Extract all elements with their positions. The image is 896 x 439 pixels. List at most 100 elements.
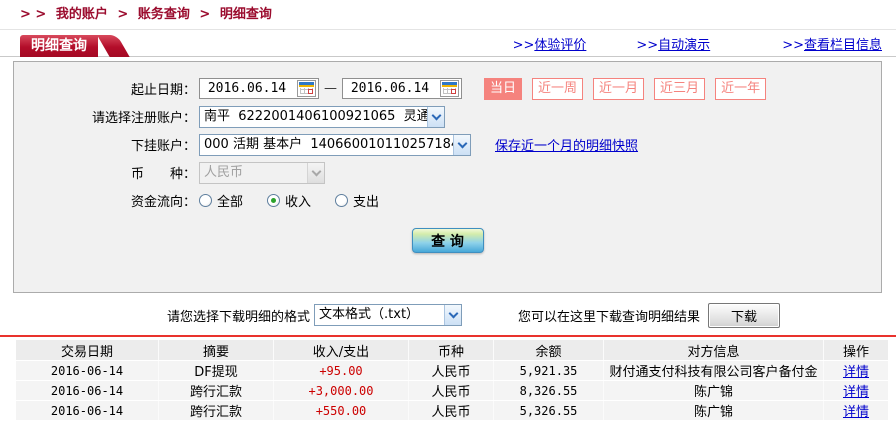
sub-account-value: 000 活期 基本户 1406600101102571848 [204,136,453,152]
currency-label: 币 种： [130,167,196,182]
end-date-input[interactable] [345,81,435,96]
cell-amount: +3,000.00 [274,381,409,400]
registered-account-select[interactable]: 南平 6222001406100921065 灵通卡 [199,105,445,128]
query-form-panel: 起止日期： — 当日 近一周 近一月 近三月 近一年 请选择注册账户： 南平 6… [13,61,882,293]
col-header-date: 交易日期 [16,340,159,360]
chevron-down-icon[interactable] [444,305,462,325]
calendar-icon[interactable] [297,80,316,97]
quick-range-week-button[interactable]: 近一周 [532,77,584,100]
red-divider [0,335,896,337]
start-date-field[interactable] [199,78,319,99]
auto-demo-link[interactable]: >>自动演示 [636,34,710,53]
detail-link[interactable]: 详情 [843,385,869,400]
date-range-row: 起止日期： — 当日 近一周 近一月 近三月 近一年 [14,77,881,100]
breadcrumb-separator: > [117,7,129,22]
radio-label: 收入 [285,195,312,210]
download-hint: 您可以在这里下载查询明细结果 [518,309,701,325]
radio-label: 支出 [353,195,380,210]
col-header-summary: 摘要 [159,340,274,360]
col-header-currency: 币种 [409,340,494,360]
fund-flow-label: 资金流向： [130,195,196,210]
quick-range-quarter-button[interactable]: 近三月 [654,77,706,100]
link-label: 自动演示 [658,37,711,53]
download-format-value: 文本格式（.txt） [319,307,420,322]
cell-balance: 5,326.55 [494,401,604,420]
fund-flow-radio-income[interactable]: 收入 [267,191,311,210]
download-button[interactable]: 下载 [708,302,781,328]
cell-summary: 跨行汇款 [159,401,274,420]
registered-account-label: 请选择注册账户： [91,111,196,126]
query-button[interactable]: 查 询 [411,228,484,253]
cell-currency: 人民币 [409,381,494,400]
currency-select: 人民币 [199,161,325,184]
detail-link[interactable]: 详情 [843,365,869,380]
chevron-down-icon[interactable] [453,134,470,155]
cell-counterparty: 陈广锦 [604,401,824,420]
link-label: 查看栏目信息 [803,37,882,53]
cell-amount: +550.00 [274,401,409,420]
link-prefix: >> [782,37,804,53]
sub-account-select[interactable]: 000 活期 基本户 1406600101102571848 [199,133,471,156]
quick-range-today-button[interactable]: 当日 [484,77,523,100]
breadcrumb-item-detail-query[interactable]: 明细查询 [220,7,272,22]
cell-counterparty: 财付通支付科技有限公司客户备付金 [604,361,824,380]
detail-link[interactable]: 详情 [843,405,869,420]
col-header-counterparty: 对方信息 [604,340,824,360]
fund-flow-row: 资金流向： 全部 收入 支出 [14,189,881,212]
cell-summary: DF提现 [159,361,274,380]
save-snapshot-link[interactable]: 保存近一个月的明细快照 [495,135,638,154]
date-range-label: 起止日期： [130,83,196,98]
sub-account-label: 下挂账户： [130,139,196,154]
sub-account-row: 下挂账户： 000 活期 基本户 1406600101102571848 保存近… [14,133,881,156]
query-button-row: 查 询 [14,228,881,253]
link-prefix: >> [512,37,535,53]
registered-account-value: 南平 6222001406100921065 灵通卡 [204,108,427,124]
cell-date: 2016-06-14 [16,361,159,380]
chevron-down-icon [307,162,324,183]
quick-range-year-button[interactable]: 近一年 [715,77,767,100]
cell-currency: 人民币 [409,401,494,420]
header-links: >>体验评价 >>自动演示 >>查看栏目信息 [463,30,882,56]
radio-checked-icon[interactable] [267,194,281,207]
cell-balance: 5,921.35 [494,361,604,380]
calendar-icon[interactable] [440,80,459,97]
radio-icon[interactable] [335,194,349,207]
table-row: 2016-06-14 跨行汇款 +3,000.00 人民币 8,326.55 陈… [16,381,888,400]
radio-label: 全部 [217,195,244,210]
col-header-action: 操作 [824,340,888,360]
start-date-input[interactable] [202,81,292,96]
table-row: 2016-06-14 跨行汇款 +550.00 人民币 5,326.55 陈广锦… [16,401,888,420]
tab-bar: 明细查询 >>体验评价 >>自动演示 >>查看栏目信息 [0,30,896,57]
date-separator: — [324,81,337,96]
breadcrumb-separator: > [199,7,211,22]
fund-flow-radio-all[interactable]: 全部 [199,191,243,210]
breadcrumb: > > 我的账户 > 账务查询 > 明细查询 [0,0,896,30]
transactions-table: 交易日期 摘要 收入/支出 币种 余额 对方信息 操作 2016-06-14 D… [16,339,888,421]
download-format-select[interactable]: 文本格式（.txt） [314,304,463,326]
cell-date: 2016-06-14 [16,401,159,420]
tab-detail-query[interactable]: 明细查询 [20,35,98,57]
end-date-field[interactable] [342,78,462,99]
currency-value: 人民币 [204,164,244,180]
quick-range-month-button[interactable]: 近一月 [593,77,645,100]
cell-counterparty: 陈广锦 [604,381,824,400]
link-label: 体验评价 [534,37,587,53]
registered-account-row: 请选择注册账户： 南平 6222001406100921065 灵通卡 [14,105,881,128]
cell-currency: 人民币 [409,361,494,380]
cell-date: 2016-06-14 [16,381,159,400]
cell-summary: 跨行汇款 [159,381,274,400]
radio-icon[interactable] [199,194,212,207]
breadcrumb-item-account-query[interactable]: 账务查询 [138,7,190,22]
experience-evaluation-link[interactable]: >>体验评价 [513,34,587,53]
table-header-row: 交易日期 摘要 收入/支出 币种 余额 对方信息 操作 [16,340,888,360]
download-format-label: 请您选择下载明细的格式 [167,309,311,325]
col-header-balance: 余额 [494,340,604,360]
currency-row: 币 种： 人民币 [14,161,881,184]
chevron-down-icon[interactable] [427,106,444,127]
table-row: 2016-06-14 DF提现 +95.00 人民币 5,921.35 财付通支… [16,361,888,380]
link-prefix: >> [636,37,659,53]
fund-flow-radio-expense[interactable]: 支出 [335,191,379,210]
view-column-info-link[interactable]: >>查看栏目信息 [782,34,882,53]
download-row: 请您选择下载明细的格式 文本格式（.txt） 您可以在这里下载查询明细结果 下载 [0,302,896,328]
breadcrumb-item-my-account[interactable]: 我的账户 [56,7,108,22]
